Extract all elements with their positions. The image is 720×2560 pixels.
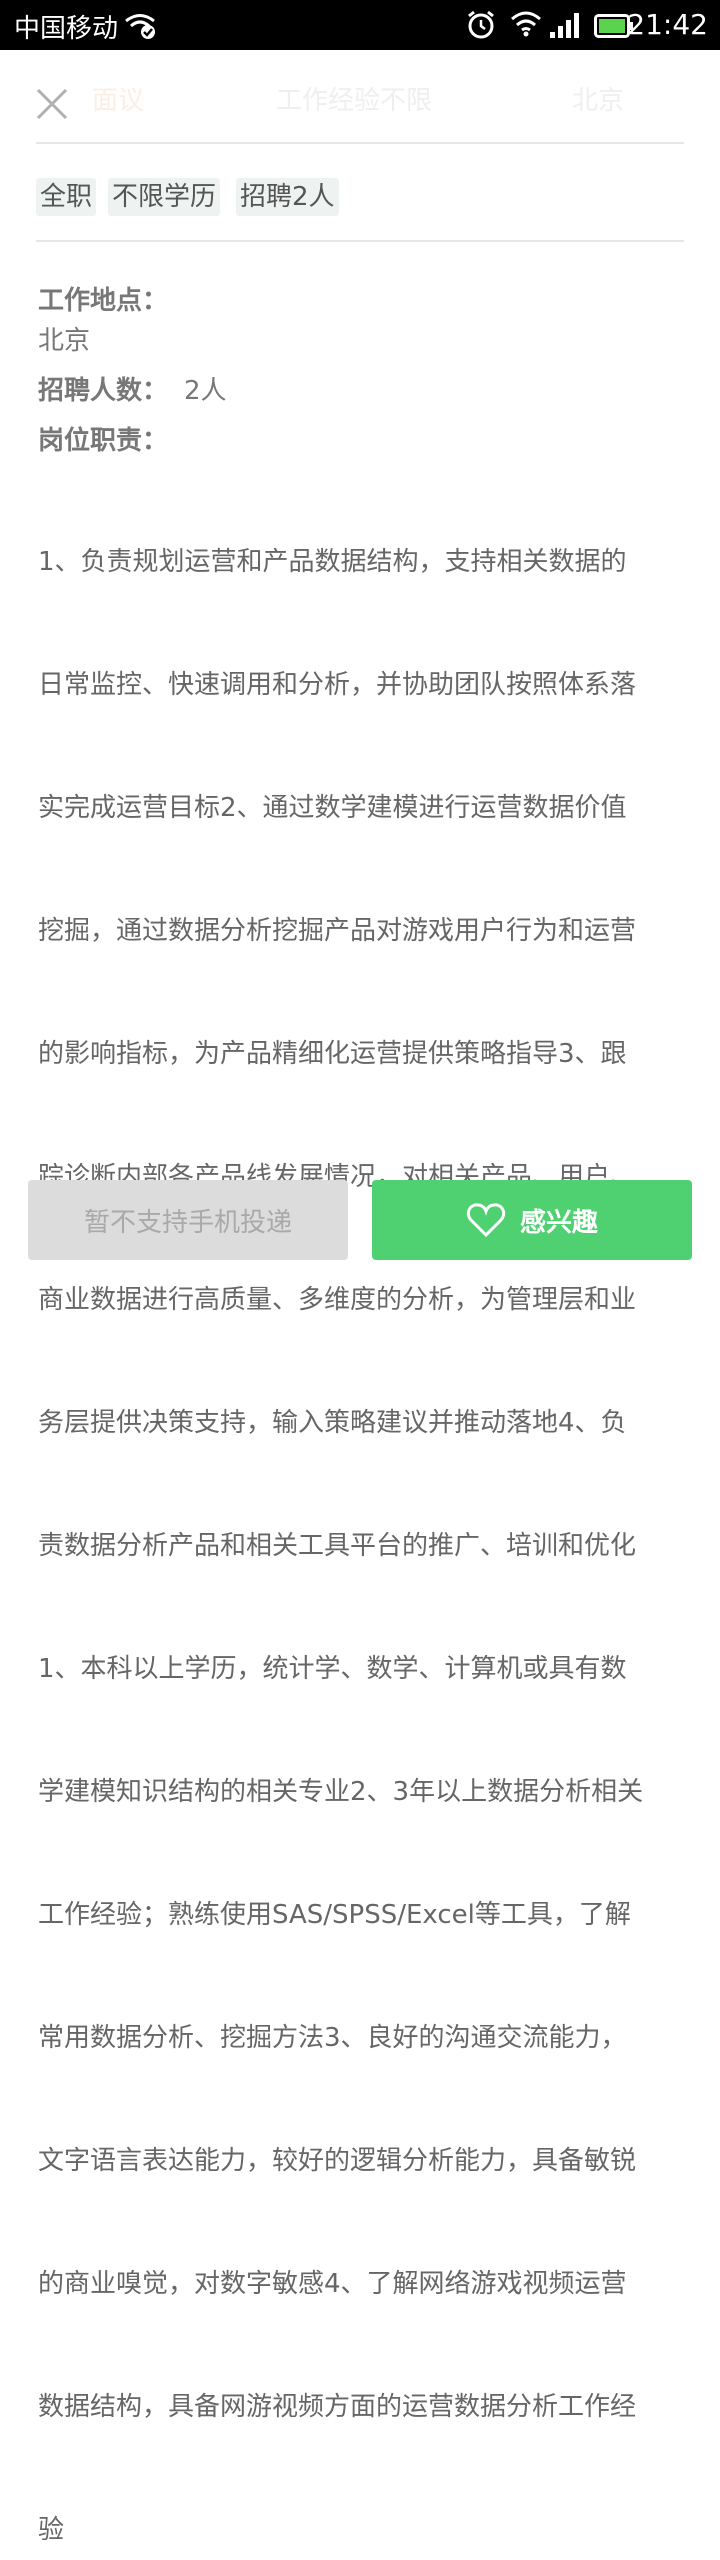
duties-line: 挖掘，通过数据分析挖掘产品对游戏用户行为和运营: [38, 916, 637, 946]
mobile-submit-label: 暂不支持手机投递: [83, 1207, 292, 1238]
duties-line: 务层提供决策支持，输入策略建议并推动落地4、负: [38, 1408, 627, 1438]
mobile-submit-button[interactable]: 暂不支持手机投递: [28, 1180, 348, 1260]
location-value: 北京: [38, 326, 91, 356]
interest-label: 感兴趣: [519, 1207, 598, 1238]
duties-line: 责数据分析产品和相关工具平台的推广、培训和优化: [38, 1531, 637, 1561]
carrier-name: 中国移动: [14, 14, 119, 44]
close-icon[interactable]: [34, 86, 70, 122]
tag-headcount: 招聘2人: [236, 178, 339, 216]
duties-description: 1、负责规划运营和产品数据结构，支持相关数据的 日常监控、快速调用和分析，并协助…: [38, 460, 688, 2560]
heart-icon: [466, 1203, 506, 1238]
duties-line: 1、本科以上学历，统计学、数学、计算机或具有数: [38, 1654, 627, 1684]
duties-line: 实完成运营目标2、通过数学建模进行运营数据价值: [38, 793, 627, 823]
duties-line: 工作经验；熟练使用SAS/SPSS/Excel等工具，了解: [38, 1900, 631, 1930]
duties-label: 岗位职责：: [38, 426, 169, 456]
duties-line: 文字语言表达能力，较好的逻辑分析能力，具备敏锐: [38, 2146, 637, 2176]
duties-line: 商业数据进行高质量、多维度的分析，为管理层和业: [38, 1285, 637, 1315]
headcount-label: 招聘人数：: [38, 376, 169, 406]
duties-line: 的商业嗅觉，对数字敏感4、了解网络游戏视频运营: [38, 2269, 627, 2299]
divider: [36, 240, 684, 242]
duties-line: 常用数据分析、挖掘方法3、良好的沟通交流能力，: [38, 2023, 627, 2053]
tag-education: 不限学历: [108, 178, 221, 216]
clock-time: 21:42: [627, 8, 708, 41]
divider: [36, 142, 684, 144]
experience-text: 工作经验不限: [276, 86, 433, 116]
duties-line: 数据结构，具备网游视频方面的运营数据分析工作经: [38, 2392, 637, 2422]
location-label: 工作地点：: [38, 286, 169, 316]
city-text: 北京: [572, 86, 625, 116]
alarm-icon: [468, 10, 494, 39]
duties-line: 验: [38, 2515, 65, 2545]
duties-line: 学建模知识结构的相关专业2、3年以上数据分析相关: [38, 1777, 644, 1807]
wifi-check-icon: [125, 14, 155, 39]
duties-line: 日常监控、快速调用和分析，并协助团队按照体系落: [38, 670, 637, 700]
duties-line: 1、负责规划运营和产品数据结构，支持相关数据的: [38, 547, 627, 577]
job-detail-panel: 面议 工作经验不限 北京 全职 不限学历 招聘2人 工作地点： 北京 招聘人数：…: [0, 50, 720, 2545]
wifi-icon: [511, 11, 541, 37]
status-bar: 中国移动 21:42: [0, 0, 720, 50]
interest-button[interactable]: 感兴趣: [372, 1180, 692, 1260]
tag-job-type: 全职: [36, 178, 97, 216]
headcount-value: 2人: [184, 376, 227, 406]
duties-line: 的影响指标，为产品精细化运营提供策略指导3、跟: [38, 1039, 627, 1069]
salary-text: 面议: [92, 86, 145, 116]
signal-icon: [550, 13, 579, 38]
